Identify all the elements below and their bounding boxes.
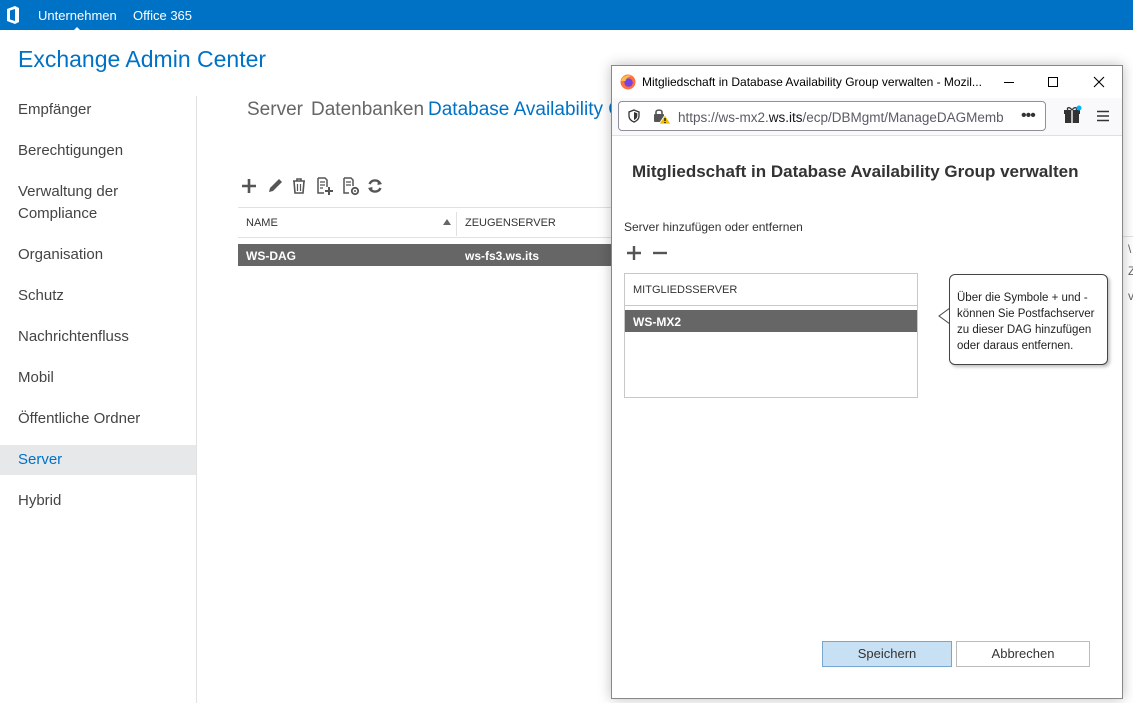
url-bar[interactable]: https://ws-mx2.ws.its/ecp/DBMgmt/ManageD… [618,101,1046,131]
url-prefix: https://ws-mx2. [678,110,769,125]
top-link-unternehmen[interactable]: Unternehmen [38,8,117,32]
column-header-name[interactable]: NAME [246,217,278,229]
nav-item-compliance-line1[interactable]: Verwaltung der [0,181,196,203]
manage-network-icon[interactable] [340,176,360,196]
window-title: Mitgliedschaft in Database Availability … [642,75,982,89]
maximize-icon[interactable] [1043,72,1063,92]
column-header-zeugenserver[interactable]: ZEUGENSERVER [465,217,556,229]
table-row[interactable]: WS-DAG ws-fs3.ws.its [238,244,618,266]
browser-toolbar: https://ws-mx2.ws.its/ecp/DBMgmt/ManageD… [612,98,1122,136]
nav-item-mobil[interactable]: Mobil [0,367,196,389]
column-header-mitgliedsserver: MITGLIEDSSERVER [633,284,738,296]
nav-item-berechtigungen[interactable]: Berechtigungen [0,140,196,162]
tab-datenbanken[interactable]: Datenbanken [311,99,424,121]
details-pane-text-2: Z [1128,264,1133,278]
url-text: https://ws-mx2.ws.its/ecp/DBMgmt/ManageD… [678,110,1004,125]
page-actions-more-icon[interactable]: ••• [1021,107,1036,125]
nav-item-organisation[interactable]: Organisation [0,244,196,266]
tracking-shield-icon[interactable] [627,109,641,123]
dialog-title: Mitgliedschaft in Database Availability … [632,162,1079,181]
column-divider[interactable] [456,212,457,236]
top-link-office365[interactable]: Office 365 [133,8,192,23]
url-host: ws.its [768,110,803,125]
cell-name: WS-DAG [246,249,296,263]
member-server-name: WS-MX2 [633,315,681,329]
sort-ascending-icon [443,219,451,225]
nav-item-empfaenger[interactable]: Empfänger [0,99,196,121]
tab-server[interactable]: Server [247,99,303,121]
cell-witness: ws-fs3.ws.its [465,249,540,263]
member-list-header[interactable]: MITGLIEDSSERVER [625,274,917,306]
list-header: NAME ZEUGENSERVER [238,207,618,238]
callout-text: Über die Symbole + und - können Sie Post… [957,292,1095,352]
add-icon[interactable] [239,176,259,196]
save-button[interactable]: Speichern [822,641,952,667]
list-item[interactable]: WS-MX2 [625,310,917,332]
nav-item-server[interactable]: Server [0,445,196,475]
help-callout: Über die Symbole + und - können Sie Post… [949,274,1108,365]
cancel-button[interactable]: Abbrechen [956,641,1090,667]
section-label: Server hinzufügen oder entfernen [624,220,803,234]
popup-window: Mitgliedschaft in Database Availability … [611,65,1123,699]
office-logo-icon[interactable] [5,6,21,24]
top-bar: Unternehmen Office 365 [0,0,1133,32]
refresh-icon[interactable] [365,176,385,196]
member-server-list[interactable]: MITGLIEDSSERVER WS-MX2 [624,273,918,398]
close-icon[interactable] [1089,72,1109,92]
nav-item-compliance-line2[interactable]: Compliance [0,203,196,225]
nav-item-schutz[interactable]: Schutz [0,285,196,307]
minimize-icon[interactable] [999,72,1019,92]
nav-item-nachrichtenfluss[interactable]: Nachrichtenfluss [0,326,196,348]
edit-icon[interactable] [265,176,285,196]
window-titlebar[interactable]: Mitgliedschaft in Database Availability … [612,66,1122,98]
nav-item-hybrid[interactable]: Hybrid [0,490,196,512]
extensions-gift-icon[interactable] [1062,105,1082,125]
remove-server-icon[interactable] [652,245,668,261]
insecure-lock-warning-icon[interactable] [652,107,672,125]
hamburger-menu-icon[interactable] [1094,107,1112,125]
left-nav: Empfänger Berechtigungen Verwaltung der … [0,96,197,703]
details-pane-text-3: v [1128,289,1133,303]
app-title: Exchange Admin Center [18,46,267,72]
firefox-logo-icon [620,74,636,90]
url-path: /ecp/DBMgmt/ManageDAGMemb [802,110,1004,125]
nav-item-oeffentliche-ordner[interactable]: Öffentliche Ordner [0,408,196,430]
add-server-icon[interactable] [626,245,642,261]
add-member-icon[interactable] [314,176,334,196]
delete-icon[interactable] [289,176,309,196]
tab-dag[interactable]: Database Availability Gr [428,99,629,121]
details-pane-text-1: \ [1128,242,1132,256]
